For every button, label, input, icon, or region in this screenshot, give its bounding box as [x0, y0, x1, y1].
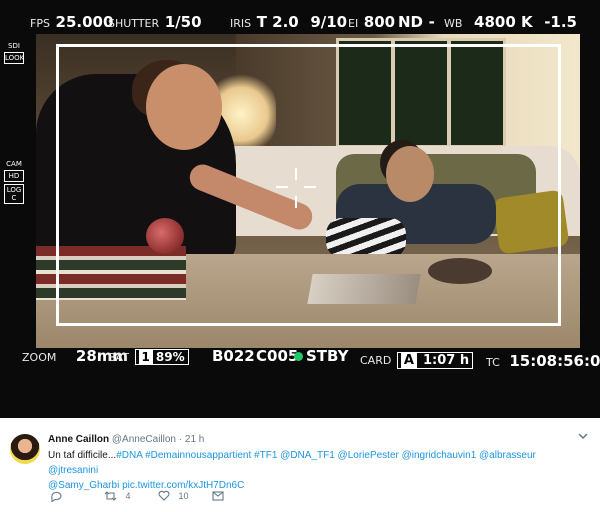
author-name[interactable]: Anne Caillon — [48, 434, 109, 445]
clip-readout: C005 — [256, 347, 299, 365]
cam-format-indicator: CAM HD LOG C — [4, 160, 24, 204]
bin-readout: B022 — [212, 347, 255, 365]
nd-readout: ND - — [398, 13, 435, 31]
direct-message-button[interactable] — [212, 490, 224, 501]
tweet-photo[interactable]: FPS 25.000 SHUTTER 1/50 IRIS T 2.0 9/10 … — [0, 0, 600, 418]
tweet-time[interactable]: 21 h — [185, 434, 204, 445]
heart-icon — [158, 490, 170, 501]
iris-readout: IRIS T 2.0 9/10 — [230, 13, 348, 31]
tweet-text: Un taf difficile...#DNA #Demainnousappar… — [48, 448, 588, 493]
sdi-look-indicator: SDI LOOK — [4, 42, 25, 64]
record-status: STBY — [294, 346, 349, 365]
tweet-text-plain: Un taf difficile... — [48, 450, 117, 461]
tweet-hashtags-mentions[interactable]: #DNA #Demainnousappartient #TF1 @DNA_TF1… — [48, 450, 536, 476]
center-crosshair-icon — [276, 168, 316, 208]
timecode-readout: TC 15:08:56:02 — [486, 352, 600, 370]
reply-button[interactable] — [50, 490, 62, 503]
card-readout: CARD A 1:07 h — [360, 349, 474, 369]
like-button[interactable]: 10 — [158, 490, 189, 501]
retweet-icon — [104, 491, 117, 501]
author-handle[interactable]: @AnneCaillon — [112, 434, 176, 445]
shutter-readout: SHUTTER 1/50 — [108, 13, 202, 31]
tweet-card: Anne Caillon @AnneCaillon · 21 h Un taf … — [0, 418, 600, 512]
retweet-button[interactable]: 4 — [104, 490, 131, 502]
like-count: 10 — [178, 490, 189, 501]
standby-dot-icon — [294, 352, 303, 361]
retweet-count: 4 — [125, 491, 131, 501]
chevron-down-icon[interactable] — [578, 432, 588, 443]
reply-icon — [51, 491, 62, 503]
envelope-icon — [212, 491, 224, 501]
fps-readout: FPS 25.000 — [30, 13, 114, 31]
wb-readout: WB 4800 K -1.5 — [444, 13, 577, 31]
avatar[interactable] — [10, 434, 40, 464]
ei-readout: EI 800 — [348, 13, 396, 31]
tweet-header: Anne Caillon @AnneCaillon · 21 h — [48, 434, 204, 445]
header-separator: · — [178, 434, 183, 445]
tweet-screenshot: FPS 25.000 SHUTTER 1/50 IRIS T 2.0 9/10 … — [0, 0, 600, 512]
battery-readout: BAT 1 89% — [108, 346, 189, 365]
